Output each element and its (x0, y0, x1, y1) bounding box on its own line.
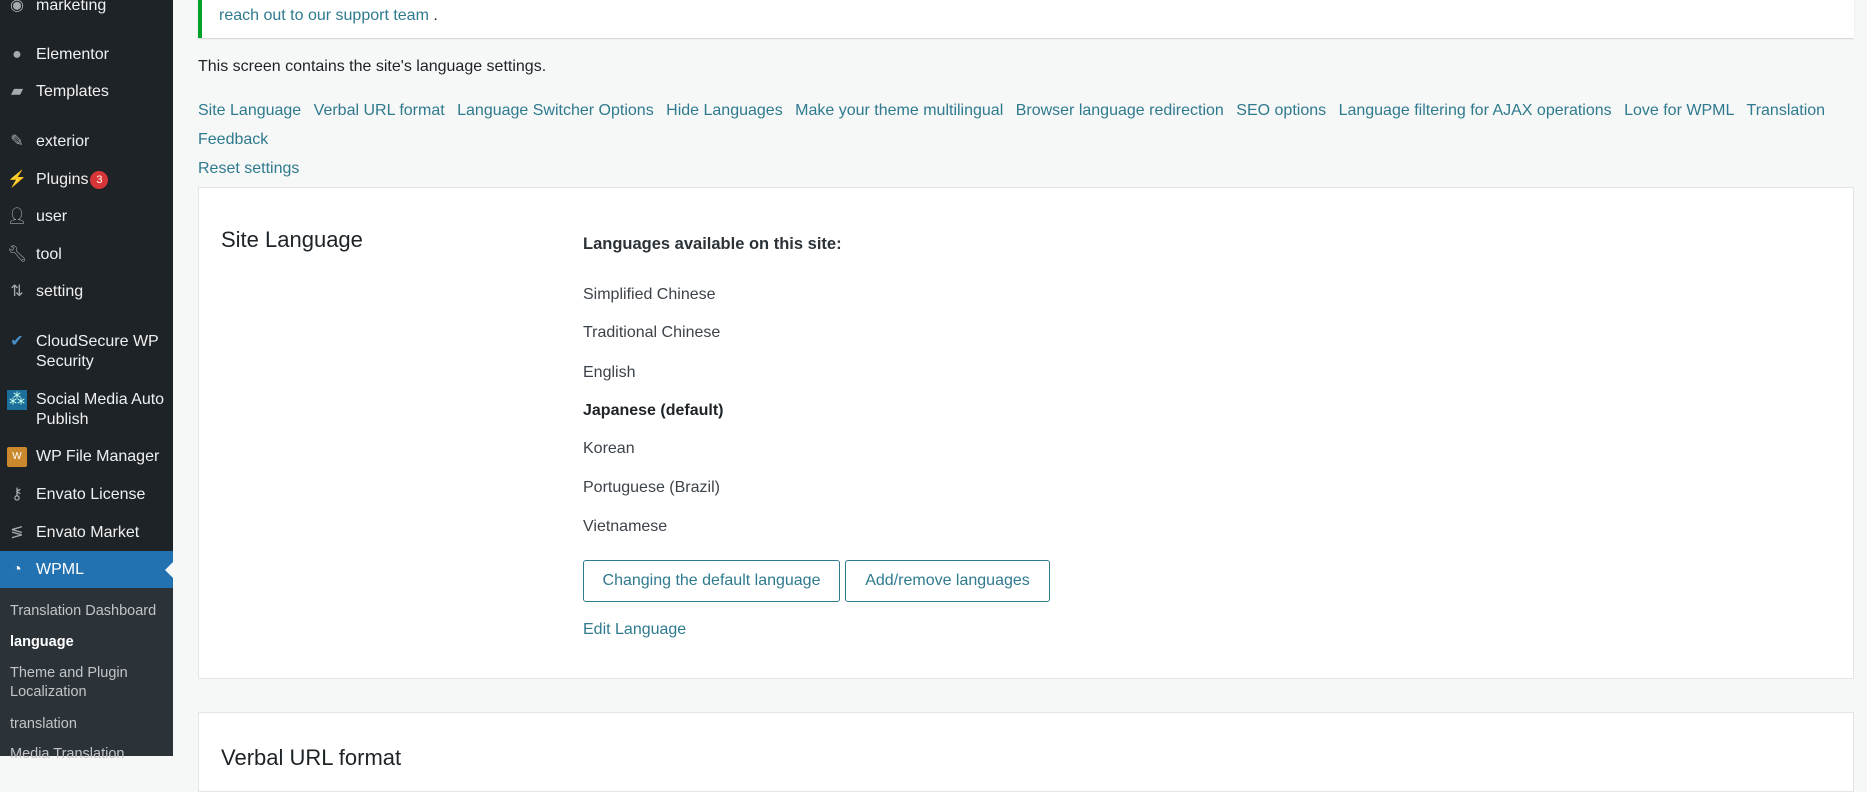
language-item: Traditional Chinese (583, 324, 721, 341)
submenu-media-translation[interactable]: Media Translation (10, 745, 170, 764)
link-site-language[interactable]: Site Language (198, 102, 301, 119)
link-language-switcher-options[interactable]: Language Switcher Options (457, 102, 654, 119)
file-manager-icon: W (7, 447, 27, 467)
section-title: Verbal URL format (221, 745, 402, 770)
update-count-badge: 3 (90, 171, 109, 189)
link-hide-languages[interactable]: Hide Languages (666, 102, 783, 119)
admin-sidebar: ◉ marketing ● Elementor ▰ Templates ✎ exteri… (0, 0, 173, 762)
brush-icon: ✎ (10, 133, 24, 150)
sliders-icon: ⇅ (10, 283, 24, 300)
section-title: Site Language (221, 227, 363, 252)
shield-check-icon: ✔ (10, 333, 24, 350)
menu-wpml[interactable]: ◔ WPML (0, 551, 173, 588)
section-links: Site Language Verbal URL format Language… (198, 96, 1838, 183)
folder-icon: ▰ (10, 83, 24, 100)
languages-heading: Languages available on this site: (583, 235, 842, 253)
language-item: English (583, 364, 636, 381)
link-seo-options[interactable]: SEO options (1236, 102, 1326, 119)
elementor-icon: ● (12, 46, 22, 63)
envato-icon: ≶ (10, 524, 24, 541)
add-remove-languages-button[interactable]: Add/remove languages (845, 560, 1050, 602)
language-item: Simplified Chinese (583, 286, 716, 303)
submenu-theme-plugin-localization[interactable]: Theme and Plugin Localization (10, 664, 140, 702)
language-item: Korean (583, 440, 635, 457)
change-default-language-button[interactable]: Changing the default language (583, 560, 840, 602)
social-icon: ⁂ (7, 390, 27, 410)
key-icon: ⚷ (11, 486, 23, 503)
language-item: Portuguese (Brazil) (583, 479, 720, 496)
edit-language-link[interactable]: Edit Language (583, 621, 686, 639)
wrench-icon: 🔧︎ (7, 246, 28, 263)
site-language-card: Site Language Languages available on thi… (198, 187, 1854, 679)
notice-box: reach out to our support team . (198, 0, 1854, 38)
link-make-theme-multilingual[interactable]: Make your theme multilingual (795, 102, 1003, 119)
submenu-translation-dashboard[interactable]: Translation Dashboard (10, 602, 170, 621)
link-reset-settings[interactable]: Reset settings (198, 160, 299, 177)
current-menu-arrow (165, 562, 173, 578)
link-verbal-url-format[interactable]: Verbal URL format (314, 102, 445, 119)
user-icon: 👤︎ (7, 208, 28, 225)
megaphone-icon: ◉ (10, 0, 24, 14)
link-ajax-language-filtering[interactable]: Language filtering for AJAX operations (1339, 102, 1612, 119)
verbal-url-card: Verbal URL format (198, 712, 1854, 792)
language-item-default: Japanese (default) (583, 402, 724, 419)
submenu-language[interactable]: language (10, 633, 170, 652)
language-item: Vietnamese (583, 518, 668, 535)
submenu-translation[interactable]: translation (10, 715, 170, 734)
support-team-link[interactable]: reach out to our support team . (219, 7, 438, 25)
link-browser-language-redirection[interactable]: Browser language redirection (1016, 102, 1224, 119)
wpml-icon: ◔ (12, 561, 22, 578)
wpml-submenu: Translation Dashboard language Theme and… (0, 588, 173, 762)
link-love-for-wpml[interactable]: Love for WPML (1624, 102, 1734, 119)
plug-icon: ⚡ (7, 171, 27, 188)
intro-text: This screen contains the site's language… (198, 58, 547, 75)
